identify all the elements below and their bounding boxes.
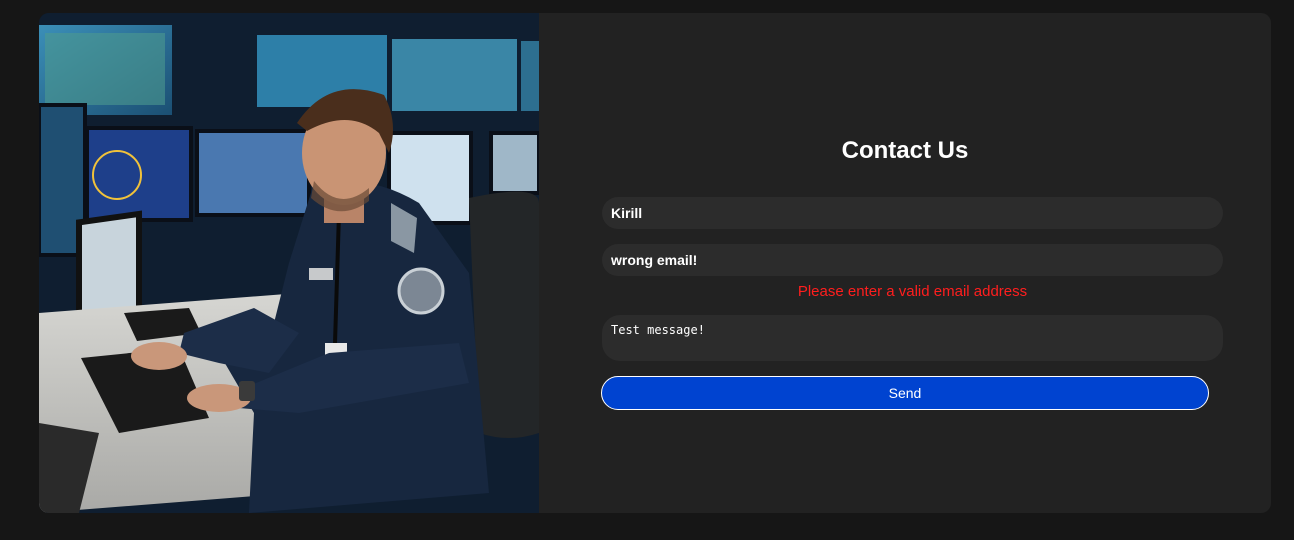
- send-button[interactable]: Send: [601, 376, 1209, 410]
- email-input[interactable]: [602, 244, 1223, 276]
- message-textarea[interactable]: Test message!: [602, 315, 1223, 361]
- name-input[interactable]: [602, 197, 1223, 229]
- email-error-message: Please enter a valid email address: [797, 283, 1028, 300]
- form-title: Contact Us: [841, 137, 969, 164]
- operator-photo: [39, 13, 539, 513]
- operator-photo-illustration: [39, 13, 539, 513]
- contact-card: Contact Us Please enter a valid email ad…: [39, 13, 1271, 513]
- contact-form: Contact Us Please enter a valid email ad…: [539, 13, 1271, 513]
